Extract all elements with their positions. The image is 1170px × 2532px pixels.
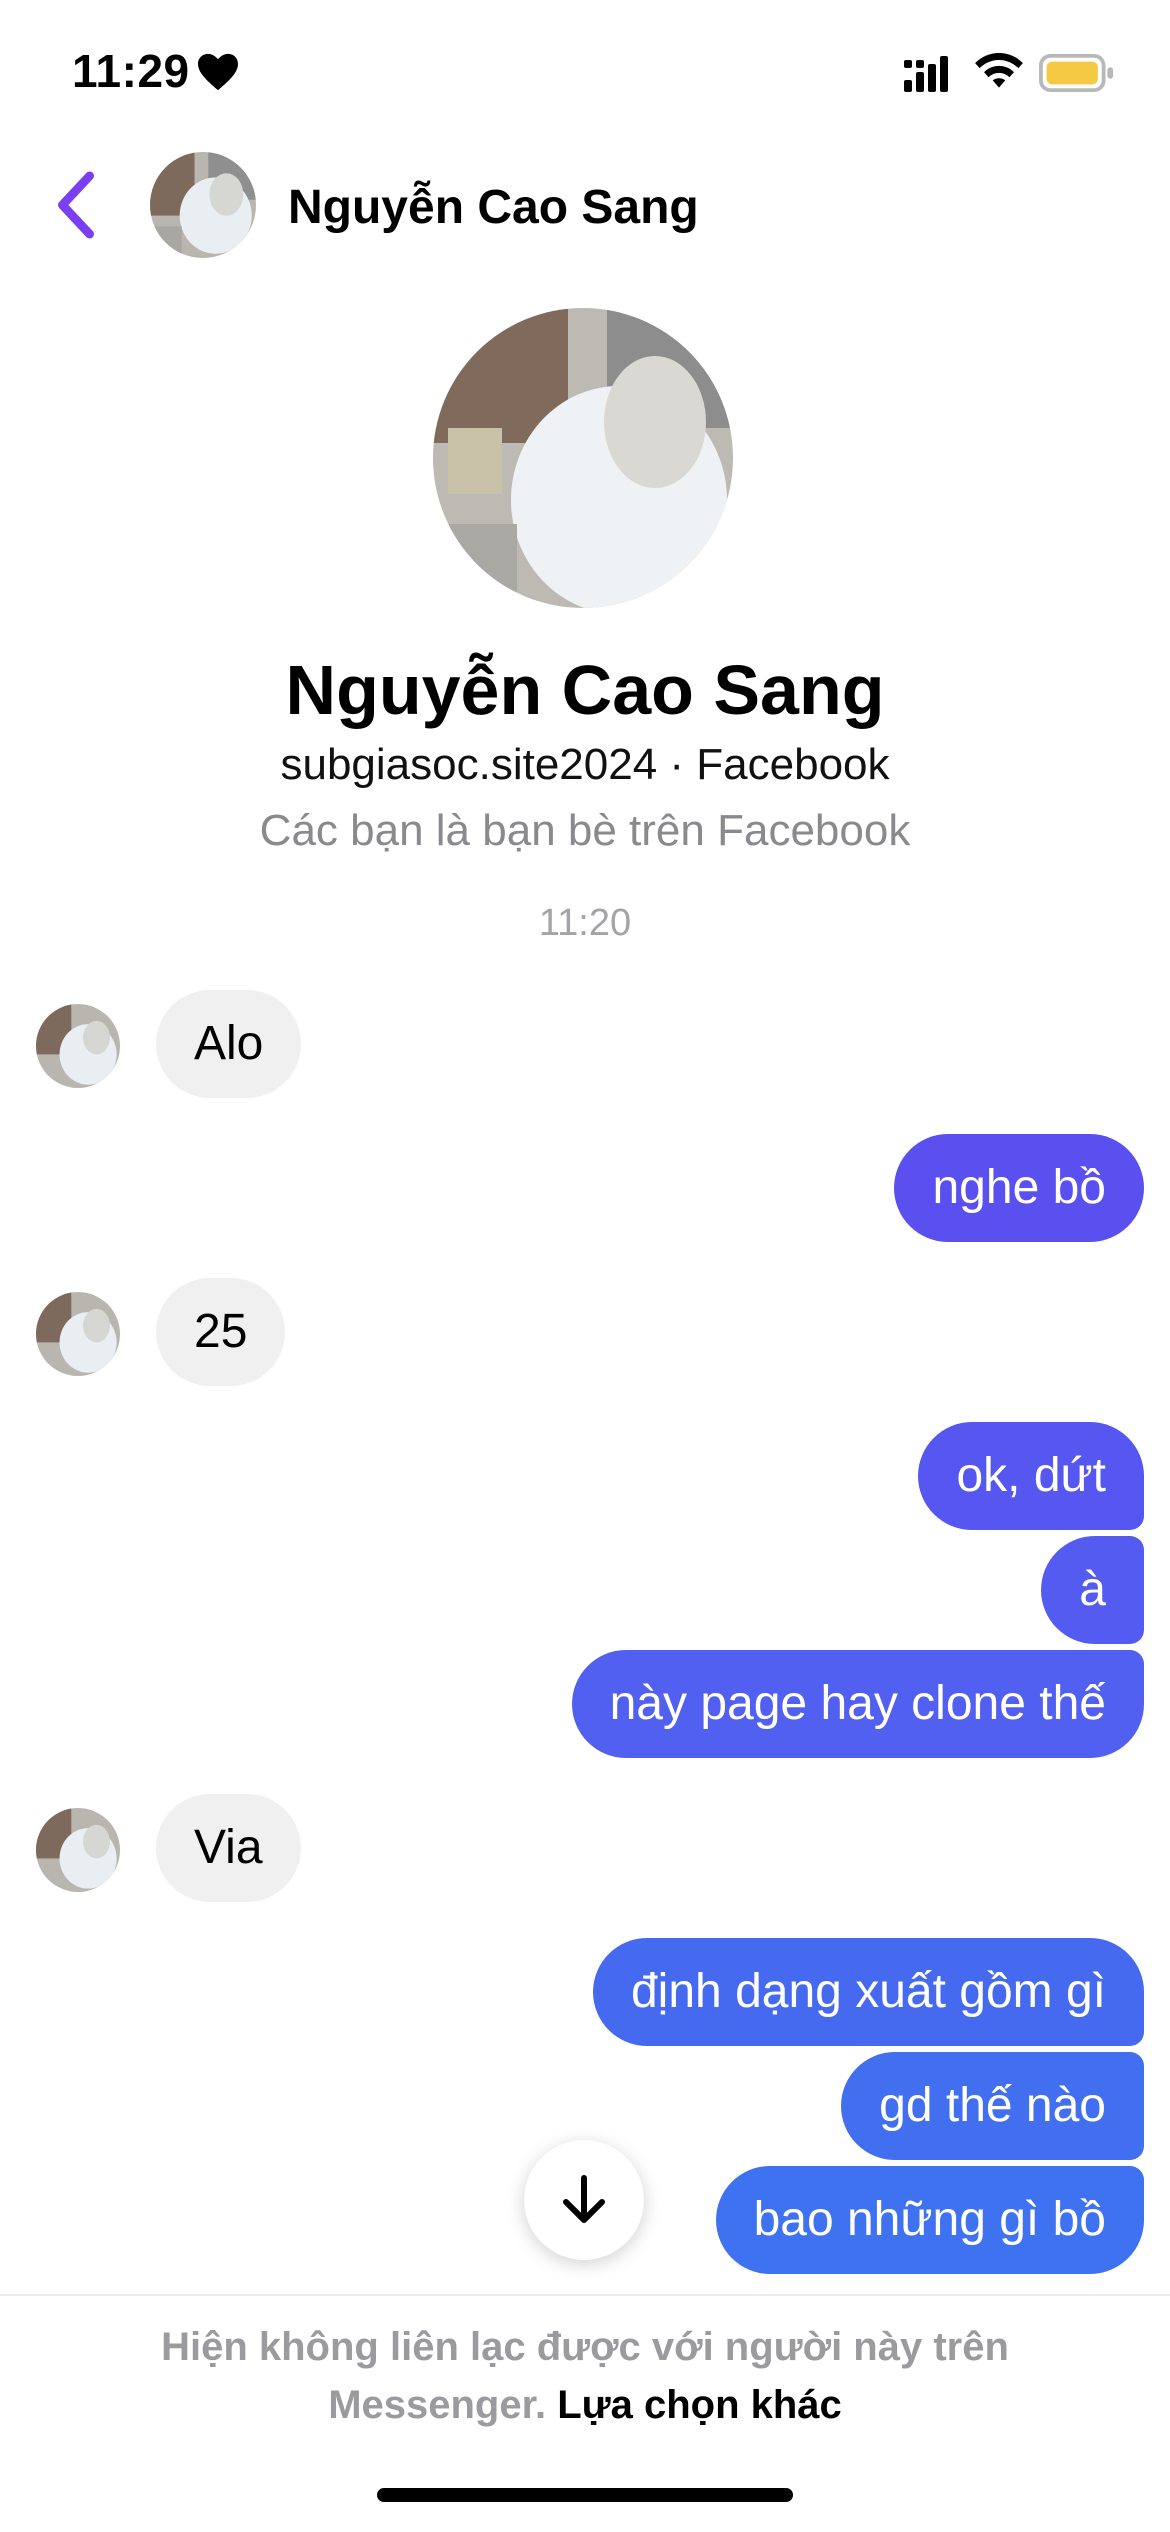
chevron-left-icon[interactable] xyxy=(52,170,100,240)
message-bubble-outgoing[interactable]: định dạng xuất gồm gì xyxy=(592,1938,1144,2046)
chat-header: Nguyễn Cao Sang xyxy=(0,140,1170,270)
message-bubble-incoming[interactable]: Via xyxy=(156,1794,301,1902)
profile-meta: subgiasoc.site2024 · Facebook xyxy=(280,740,890,789)
message-bubble-outgoing[interactable]: này page hay clone thế xyxy=(571,1650,1144,1758)
message-bubble-outgoing[interactable]: nghe bồ xyxy=(894,1134,1144,1242)
wifi-icon xyxy=(975,52,1023,88)
unavailable-notice: Hiện không liên lạc được với người này t… xyxy=(100,2318,1070,2434)
sender-avatar[interactable] xyxy=(36,1292,120,1376)
header-avatar[interactable] xyxy=(150,152,256,258)
message-bubble-outgoing[interactable]: gd thế nào xyxy=(841,2052,1144,2160)
signal-icon xyxy=(904,56,948,92)
message-bubble-outgoing[interactable]: à xyxy=(1041,1536,1144,1644)
status-bar: 11:29 xyxy=(0,0,1170,140)
other-options-link[interactable]: Lựa chọn khác xyxy=(557,2383,842,2427)
status-time: 11:29 xyxy=(72,45,190,97)
sender-avatar[interactable] xyxy=(36,1004,120,1088)
profile-name: Nguyễn Cao Sang xyxy=(285,651,885,729)
scroll-to-bottom-button[interactable] xyxy=(524,2140,644,2260)
message-bubble-outgoing[interactable]: ok, dứt xyxy=(918,1422,1144,1530)
friend-status: Các bạn là bạn bè trên Facebook xyxy=(259,806,911,855)
home-indicator[interactable] xyxy=(377,2488,793,2502)
heart-icon xyxy=(198,53,238,91)
message-timestamp: 11:20 xyxy=(538,902,632,944)
message-bubble-incoming[interactable]: Alo xyxy=(156,990,302,1098)
arrow-down-icon xyxy=(563,2175,605,2223)
message-bubble-outgoing[interactable]: bao những gì bồ xyxy=(715,2166,1144,2274)
message-bubble-incoming[interactable]: 25 xyxy=(156,1278,286,1386)
profile-avatar[interactable] xyxy=(433,308,733,608)
footer-divider xyxy=(0,2294,1170,2296)
sender-avatar[interactable] xyxy=(36,1808,120,1892)
header-contact-name[interactable]: Nguyễn Cao Sang xyxy=(288,180,699,235)
battery-icon xyxy=(1039,54,1114,92)
